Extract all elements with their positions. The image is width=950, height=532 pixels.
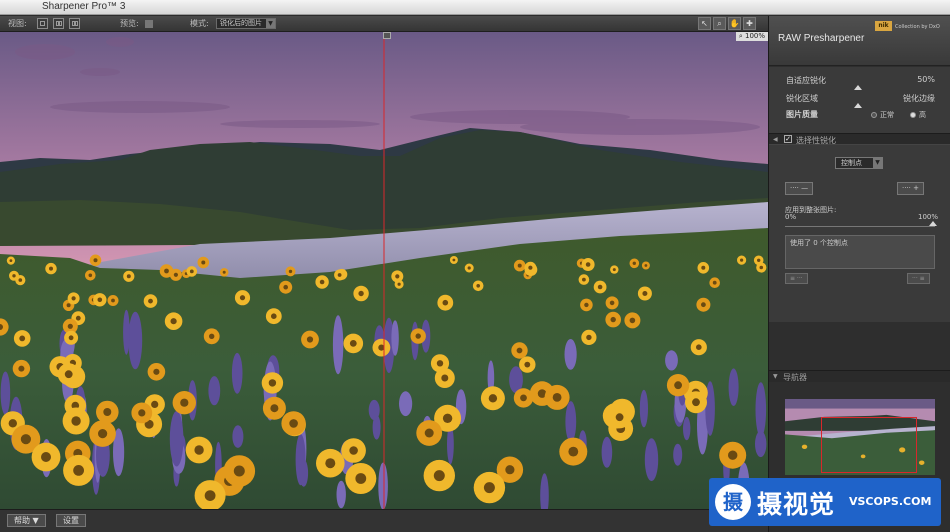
pointer-icon: ↖ [701,19,708,28]
preview-checkbox[interactable] [145,20,153,28]
split-line[interactable] [0,32,768,509]
chevron-down-icon: ▼ [266,19,275,28]
zoom-tool-button[interactable]: ⌕ [713,17,726,30]
watermark-badge: 摄 摄视觉 VSCOPS.COM [709,478,941,526]
navigator-viewport-rect[interactable] [821,417,917,473]
quality-normal-radio[interactable] [871,112,877,118]
split-view-button[interactable] [53,18,64,29]
plus-icon: ···· + [902,184,919,192]
panel-header: nik Collection by DxO RAW Presharpener [769,16,950,66]
selective-sharpening-checkbox[interactable]: ✓ [784,135,792,143]
eyedropper-tool-button[interactable]: ✚ [743,17,756,30]
remove-control-point-button[interactable]: ···· — [785,182,814,195]
watermark-en-text: VSCOPS.COM [849,495,932,508]
control-point-options-button[interactable]: ··· ≡ [907,273,930,284]
quality-high-radio[interactable] [910,112,916,118]
hand-icon: ✋ [729,19,740,28]
options-icon: ··· ≡ [912,275,925,282]
zoom-value: 100% [744,32,765,40]
nik-logo: nik [875,21,892,31]
list-icon: ≡ ··· [790,275,803,282]
control-point-select-value: 控制点 [841,159,862,167]
sharpen-area-slider[interactable] [854,103,862,108]
quality-high-label: 高 [919,111,926,119]
toolbar: 视图: 预览: 模式: 锐化后的图片 ▼ ↖ ⌕ ✋ ✚ [0,16,768,32]
help-button[interactable]: 帮助 ▼ [7,514,46,527]
control-point-list-button[interactable]: ≡ ··· [785,273,808,284]
navigator-thumbnail[interactable] [785,399,935,475]
panel-title: RAW Presharpener [778,33,865,44]
view-label: 视图: [8,19,27,28]
mode-label: 模式: [190,19,209,28]
apply-slider-thumb[interactable] [929,221,937,226]
control-points-info: 使用了 0 个控制点 [785,235,935,269]
navigator-label: 导航器 [783,373,807,382]
quality-normal-label: 正常 [880,111,894,119]
pointer-tool-button[interactable]: ↖ [698,17,711,30]
app-title: Sharpener Pro™ 3 [42,1,126,12]
title-bar: Sharpener Pro™ 3 [0,0,950,15]
mode-select[interactable]: 锐化后的图片 ▼ [216,18,276,29]
watermark-logo: 摄 [715,484,751,520]
image-quality-label: 图片质量 [786,110,818,119]
zoom-icon: ⌕ [738,32,743,40]
expand-triangle-icon: ▼ [773,373,778,380]
hand-tool-button[interactable]: ✋ [728,17,741,30]
apply-min-label: 0% [785,213,797,221]
adaptive-sharpening-value: 50% [917,75,935,84]
selective-sharpening-section: 控制点 ▼ ···· — ···· + 应用到整张图片: 0% 100% 使用了… [769,145,950,322]
side-by-side-button[interactable] [69,18,80,29]
settings-button[interactable]: 设置 [56,514,86,527]
zoom-icon: ⌕ [717,19,722,28]
mode-select-value: 锐化后的图片 [220,19,262,27]
control-point-select[interactable]: 控制点 ▼ [835,157,883,169]
eyedropper-icon: ✚ [746,19,753,28]
sharpen-edges-label: 锐化边缘 [903,94,935,103]
control-panel: nik Collection by DxO RAW Presharpener 自… [768,16,950,532]
add-control-point-button[interactable]: ···· + [897,182,924,195]
control-points-text: 使用了 0 个控制点 [790,239,848,247]
preview-label: 预览: [120,19,139,28]
adaptive-sharpening-label: 自适应锐化 [786,76,826,85]
chevron-down-icon: ▼ [873,158,882,168]
minus-icon: ···· — [790,184,809,192]
adaptive-sharpening-slider[interactable] [854,85,862,90]
bottom-bar: 帮助 ▼ 设置 [0,509,768,532]
selective-sharpening-header[interactable]: ◀ ✓ 选择性锐化 [769,133,950,145]
sharpen-area-label: 锐化区域 [786,94,818,103]
apply-max-label: 100% [918,213,939,221]
single-view-icon [40,21,45,26]
watermark-cn-text: 摄视觉 [757,490,836,519]
zoom-level: ⌕ 100% [735,32,768,41]
split-handle[interactable] [383,32,391,39]
image-preview[interactable]: ⌕ 100% [0,32,768,509]
apply-slider-track[interactable] [785,226,935,227]
single-view-button[interactable] [37,18,48,29]
collection-text: Collection by DxO [895,24,940,30]
navigator-header[interactable]: ▼ 导航器 [769,370,950,382]
raw-presharpener-section: 自适应锐化 50% 锐化区域 锐化边缘 图片质量 正常 高 [769,67,950,133]
collapse-triangle-icon: ◀ [773,136,778,143]
